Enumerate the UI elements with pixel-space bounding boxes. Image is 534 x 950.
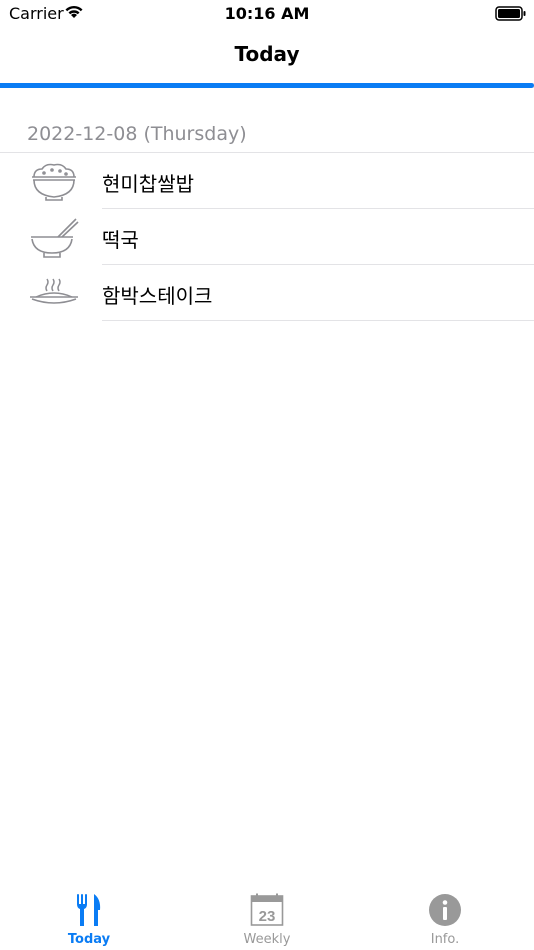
list-item[interactable]: 현미찹쌀밥 [0,153,534,209]
tab-label: Today [67,932,111,947]
tab-weekly[interactable]: 23 Weekly [178,883,356,950]
svg-text:23: 23 [259,908,276,925]
date-header: 2022-12-08 (Thursday) [27,123,247,145]
row-divider [102,320,534,321]
tab-label: Info. [430,932,460,947]
status-bar: Carrier 10:16 AM [0,0,534,28]
hot-plate-icon [26,271,82,315]
calendar-icon: 23 [178,893,356,927]
tab-info[interactable]: Info. [356,883,534,950]
clock: 10:16 AM [224,4,310,23]
tab-today[interactable]: Today [0,883,178,950]
tab-bar: Today 23 Weekly Info. [0,883,534,950]
rice-bowl-icon [26,159,82,203]
menu-item-label: 함박스테이크 [102,284,213,308]
progress-fill [0,83,534,88]
list-item[interactable]: 함박스테이크 [0,265,534,321]
list-item[interactable]: 떡국 [0,209,534,265]
info-icon [356,893,534,927]
battery-icon [495,6,527,26]
menu-item-label: 떡국 [102,228,139,252]
fork-knife-icon [0,893,178,927]
tab-label: Weekly [243,932,291,947]
menu-item-label: 현미찹쌀밥 [102,172,194,196]
soup-bowl-chopsticks-icon [26,215,82,259]
page-title: Today [234,42,300,66]
progress-bar [0,83,534,88]
